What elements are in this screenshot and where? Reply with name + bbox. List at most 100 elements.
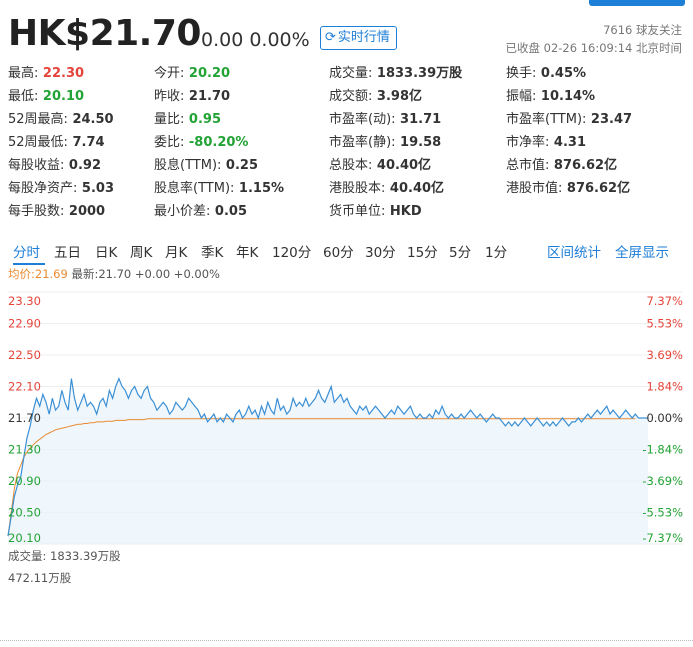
stat-label: 振幅: [506,89,537,104]
tab-period[interactable]: 月K [165,242,187,264]
tab-period[interactable]: 年K [236,242,258,264]
tab-period[interactable]: 15分 [407,242,438,264]
stat-value: 21.70 [184,89,231,104]
stat-label: 委比: [154,135,185,150]
pct-tick-label: -5.53% [642,506,683,520]
y-tick-label: 21.30 [8,443,41,457]
tab-period[interactable]: 季K [201,242,223,264]
stat-item: 振幅: 10.14% [506,86,595,108]
stat-label: 成交额: [329,89,373,104]
stat-value: 20.20 [184,66,231,81]
y-tick-label: 20.10 [8,531,41,545]
volume-baseline [0,640,693,643]
stat-item: 股息率(TTM): 1.15% [154,178,284,200]
stat-value: 876.62亿 [562,181,631,196]
tab-period[interactable]: 5分 [449,242,471,264]
realtime-quote-button[interactable]: ⟳ 实时行情 [320,26,397,50]
stat-item: 最小价差: 0.05 [154,201,247,223]
stat-label: 每手股数: [8,204,65,219]
stat-value: 1833.39万股 [372,66,463,81]
chart-period-tabs: 分时 五日 日K 周K 月K 季K 年K 120分 60分 30分 15分 5分 1分 区间统计 全屏显示 [0,238,693,266]
stat-label: 每股收益: [8,158,65,173]
stat-item: 总股本: 40.40亿 [329,155,431,177]
range-stats-link[interactable]: 区间统计 [547,242,601,264]
stat-label: 货币单位: [329,204,386,219]
stat-value: HKD [385,204,422,219]
stat-item: 委比: -80.20% [154,132,248,154]
stat-item: 股息(TTM): 0.25 [154,155,258,177]
stat-label: 今开: [154,66,185,81]
tab-period[interactable]: 分时 [13,242,40,264]
stat-label: 最高: [8,66,39,81]
stat-label: 股息(TTM): [154,158,222,173]
stat-label: 总市值: [506,158,550,173]
stat-item: 最低: 20.10 [8,86,84,108]
stat-item: 今开: 20.20 [154,63,230,85]
stat-item: 每手股数: 2000 [8,201,105,223]
y-tick-label: 23.30 [8,294,41,308]
chart-legend: 均价:21.69 最新:21.70 +0.00 +0.00% [8,266,220,282]
stat-label: 换手: [506,66,537,81]
tab-period[interactable]: 60分 [323,242,354,264]
stat-value: 24.50 [67,112,114,127]
stat-item: 市净率: 4.31 [506,132,586,154]
price-change: 0.00 0.00% [201,29,310,51]
stat-label: 市盈率(静): [329,135,396,150]
stat-label: 总股本: [329,158,373,173]
pct-tick-label: 5.53% [646,317,683,331]
stat-label: 最小价差: [154,204,211,219]
stat-value: 0.05 [210,204,247,219]
tab-period[interactable]: 1分 [485,242,507,264]
stat-label: 最低: [8,89,39,104]
stat-value: 1.15% [234,181,285,196]
stat-item: 每股收益: 0.92 [8,155,101,177]
stat-label: 量比: [154,112,185,127]
stat-value: 23.47 [586,112,633,127]
stat-label: 股息率(TTM): [154,181,235,196]
tab-period[interactable]: 30分 [365,242,396,264]
stat-value: -80.20% [184,135,249,150]
pct-tick-label: 3.69% [646,348,683,362]
follow-button[interactable] [589,0,685,6]
volume-label: 成交量: 1833.39万股 [8,549,121,563]
volume-max-label: 472.11万股 [8,571,72,585]
stat-value: 22.30 [38,66,85,81]
stat-item: 市盈率(静): 19.58 [329,132,441,154]
stat-item: 换手: 0.45% [506,63,586,85]
stat-value: 40.40亿 [385,181,445,196]
fullscreen-link[interactable]: 全屏显示 [615,242,669,264]
pct-tick-label: 7.37% [646,294,683,308]
stat-value: 40.40亿 [372,158,432,173]
tab-period[interactable]: 五日 [54,242,81,264]
stat-item: 52周最高: 24.50 [8,109,114,131]
tab-period[interactable]: 日K [95,242,117,264]
stat-value: 10.14% [536,89,596,104]
stat-item: 港股市值: 876.62亿 [506,178,630,200]
stat-item: 货币单位: HKD [329,201,422,223]
stat-value: 0.25 [221,158,259,173]
tab-period[interactable]: 周K [130,242,152,264]
stat-label: 每股净资产: [8,181,78,196]
stat-item: 每股净资产: 5.03 [8,178,114,200]
stat-item: 成交量: 1833.39万股 [329,63,462,85]
pct-tick-label: 0.00% [646,411,683,425]
current-price: HK$21.70 [8,13,201,54]
stat-label: 52周最低: [8,135,68,150]
y-tick-label: 22.10 [8,380,41,394]
stat-label: 港股股本: [329,181,386,196]
latest-price-label: 最新:21.70 +0.00 +0.00% [71,267,220,281]
stat-value: 0.92 [64,158,101,173]
stat-value: 2000 [64,204,106,219]
tab-period[interactable]: 120分 [272,242,311,264]
stat-item: 最高: 22.30 [8,63,84,85]
stat-item: 量比: 0.95 [154,109,221,131]
stat-value: 0.45% [536,66,587,81]
stat-value: 7.74 [67,135,105,150]
pct-tick-label: -7.37% [642,531,683,545]
y-tick-label: 22.90 [8,317,41,331]
intraday-chart[interactable]: 23.30 7.37% 22.90 5.53% 22.50 3.69% 22.10 1.84%… [0,282,693,547]
stat-label: 昨收: [154,89,185,104]
stat-item: 港股股本: 40.40亿 [329,178,444,200]
y-tick-label: 20.90 [8,474,41,488]
y-tick-label: 22.50 [8,348,41,362]
